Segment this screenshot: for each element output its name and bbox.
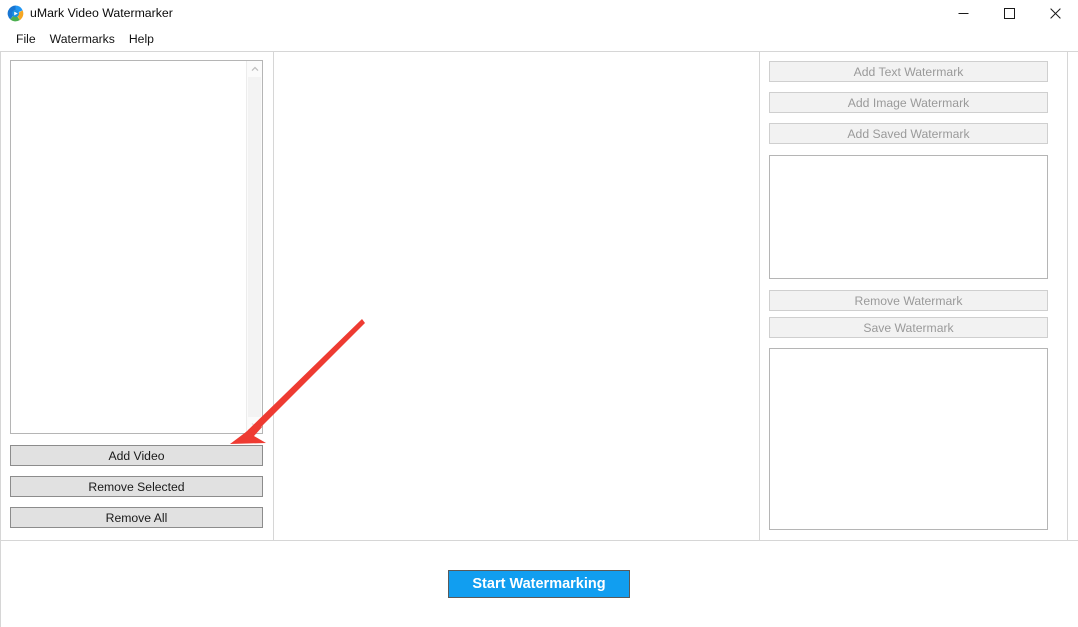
menu-item-file[interactable]: File: [9, 29, 43, 49]
preview-canvas[interactable]: [277, 55, 756, 537]
right-panel-edge: [1067, 52, 1068, 540]
window-title: uMark Video Watermarker: [30, 0, 173, 27]
watermark-properties-items: [770, 349, 1047, 529]
video-list-scrollbar[interactable]: [246, 61, 262, 433]
video-list-scroll-thumb[interactable]: [248, 77, 261, 417]
app-window: uMark Video Watermarker File Wa: [0, 0, 1078, 627]
right-panel: Add Text Watermark Add Image Watermark A…: [760, 52, 1067, 540]
add-video-button[interactable]: Add Video: [10, 445, 263, 466]
menu-bar: File Watermarks Help: [0, 27, 1078, 51]
menu-item-help[interactable]: Help: [122, 29, 161, 49]
window-controls: [940, 0, 1078, 27]
left-panel: Add Video Remove Selected Remove All: [1, 52, 273, 540]
chevron-up-icon[interactable]: [247, 61, 263, 77]
minimize-icon[interactable]: [940, 0, 986, 27]
start-watermarking-button[interactable]: Start Watermarking: [448, 570, 630, 598]
watermark-list-items: [770, 156, 1047, 278]
add-image-watermark-button[interactable]: Add Image Watermark: [769, 92, 1048, 113]
remove-selected-button[interactable]: Remove Selected: [10, 476, 263, 497]
center-preview-panel: [274, 52, 759, 540]
title-bar: uMark Video Watermarker: [0, 0, 1078, 27]
remove-all-button[interactable]: Remove All: [10, 507, 263, 528]
umark-logo-icon: [7, 5, 24, 22]
remove-watermark-button[interactable]: Remove Watermark: [769, 290, 1048, 311]
add-text-watermark-button[interactable]: Add Text Watermark: [769, 61, 1048, 82]
video-list[interactable]: [10, 60, 263, 434]
chevron-down-icon[interactable]: [247, 417, 263, 433]
footer-panel: Start Watermarking: [1, 541, 1077, 627]
maximize-icon[interactable]: [986, 0, 1032, 27]
watermark-properties-list[interactable]: [769, 348, 1048, 530]
watermark-list[interactable]: [769, 155, 1048, 279]
menu-item-watermarks[interactable]: Watermarks: [43, 29, 122, 49]
save-watermark-button[interactable]: Save Watermark: [769, 317, 1048, 338]
close-icon[interactable]: [1032, 0, 1078, 27]
video-list-items: [11, 61, 262, 433]
add-saved-watermark-button[interactable]: Add Saved Watermark: [769, 123, 1048, 144]
